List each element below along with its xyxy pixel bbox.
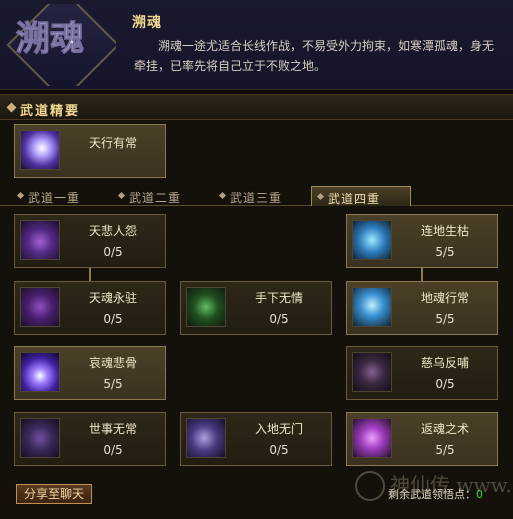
school-description: 溯魂一途尤适合长线作战，不易受外力拘束，如寒潭孤魂，身无牵挂，已率先将自己立于不… (134, 39, 495, 73)
spirit-essence-icon (20, 130, 60, 170)
tab-label: 武道二重 (129, 191, 182, 205)
section-title: 武道精要 (20, 104, 81, 119)
skill-name: 世事无常 (88, 422, 137, 436)
tab-label: 武道一重 (28, 191, 81, 205)
skill-card[interactable]: 哀魂悲骨 5/5 (14, 346, 166, 400)
skill-points: 0/5 (103, 443, 123, 457)
remaining-points: 剩余武道领悟点：0 (388, 486, 483, 502)
skill-card[interactable]: 世事无常 0/5 (14, 412, 166, 466)
blue-spirit-icon (352, 287, 392, 327)
skill-points: 5/5 (435, 443, 455, 457)
essence-name: 天行有常 (88, 136, 137, 150)
skill-name: 地魂行常 (420, 291, 469, 305)
green-spirit-icon (186, 287, 226, 327)
remaining-value: 0 (476, 488, 483, 501)
share-to-chat-button[interactable]: 分享至聊天 (16, 484, 92, 504)
skill-points: 5/5 (435, 312, 455, 326)
diamond-icon (117, 191, 126, 200)
school-header: 溯魂 溯魂 溯魂一途尤适合长线作战，不易受外力拘束，如寒潭孤魂，身无牵挂，已率先… (0, 0, 513, 90)
skill-connector (89, 266, 91, 281)
skill-card[interactable]: 手下无情 0/5 (180, 281, 332, 335)
skill-card[interactable]: 连地生枯 5/5 (346, 214, 498, 268)
magenta-spirit-icon (352, 418, 392, 458)
purple-flame-icon (20, 352, 60, 392)
skill-points: 0/5 (269, 443, 289, 457)
skill-points: 5/5 (435, 245, 455, 259)
tab-label: 武道三重 (230, 191, 283, 205)
purple-spirit-icon (20, 418, 60, 458)
tab-realm-2[interactable]: 武道二重 (113, 186, 213, 206)
skill-card[interactable]: 返魂之术 5/5 (346, 412, 498, 466)
diamond-icon (16, 191, 25, 200)
diamond-icon (316, 192, 325, 201)
skill-name: 连地生枯 (420, 224, 469, 238)
skill-name: 天悲人怨 (88, 224, 137, 238)
diamond-icon (6, 102, 17, 113)
emblem-text: 溯魂 (16, 19, 84, 59)
tab-realm-3[interactable]: 武道三重 (214, 186, 314, 206)
skill-name: 手下无情 (254, 291, 303, 305)
section-bar: 武道精要 (0, 94, 513, 120)
skill-points: 5/5 (103, 377, 123, 391)
purple-spirit-icon (20, 220, 60, 260)
remaining-label: 剩余武道领悟点： (388, 488, 476, 501)
skill-connector (421, 266, 423, 281)
essence-card[interactable]: 天行有常 (14, 124, 166, 178)
skill-name: 返魂之术 (420, 422, 469, 436)
skill-card[interactable]: 天魂永驻 0/5 (14, 281, 166, 335)
tab-bar: 武道一重 武道二重 武道三重 武道四重 (0, 186, 513, 206)
skill-name: 慈乌反哺 (420, 356, 469, 370)
tab-realm-4[interactable]: 武道四重 (311, 186, 411, 206)
skill-name: 哀魂悲骨 (88, 356, 137, 370)
purple-bird-icon (352, 352, 392, 392)
blue-spirit-icon (352, 220, 392, 260)
skill-points: 0/5 (435, 377, 455, 391)
school-emblem: 溯魂 (6, 4, 116, 86)
skill-card[interactable]: 地魂行常 5/5 (346, 281, 498, 335)
tab-label: 武道四重 (328, 192, 381, 206)
skill-name: 天魂永驻 (88, 291, 137, 305)
skill-points: 0/5 (103, 312, 123, 326)
school-title: 溯魂 (132, 15, 162, 31)
purple-wisp-icon (186, 418, 226, 458)
skill-points: 0/5 (103, 245, 123, 259)
skill-name: 入地无门 (254, 422, 303, 436)
skill-card[interactable]: 天悲人怨 0/5 (14, 214, 166, 268)
diamond-icon (218, 191, 227, 200)
skill-points: 0/5 (269, 312, 289, 326)
skill-card[interactable]: 入地无门 0/5 (180, 412, 332, 466)
skill-card[interactable]: 慈乌反哺 0/5 (346, 346, 498, 400)
purple-spirit-icon (20, 287, 60, 327)
tab-realm-1[interactable]: 武道一重 (12, 186, 112, 206)
